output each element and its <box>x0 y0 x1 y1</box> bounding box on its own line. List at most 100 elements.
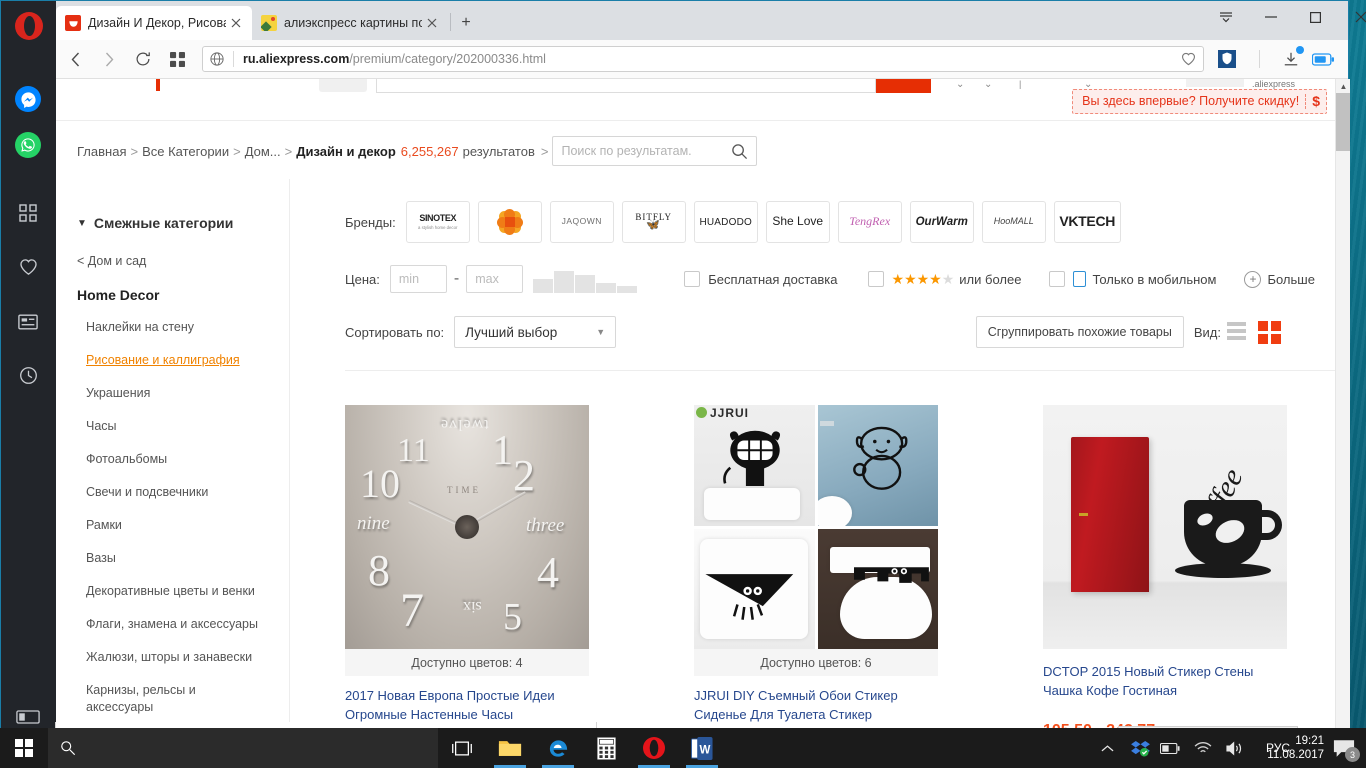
related-categories-header[interactable]: ▼ Смежные категории <box>77 215 289 231</box>
task-view-icon[interactable] <box>438 728 486 768</box>
product-card[interactable]: twelve 11 10 1 2 nine three 8 4 7 six 5 … <box>345 405 589 738</box>
brand-sinotex[interactable]: SINOTEX a stylish home decor <box>405 201 470 243</box>
sidebar-item-flags-banners[interactable]: Флаги, знамена и аксессуары <box>77 616 262 633</box>
wifi-icon[interactable] <box>1194 728 1212 768</box>
battery-icon[interactable] <box>1160 728 1180 768</box>
brand-she-love[interactable]: She Love <box>765 201 830 243</box>
price-histogram[interactable] <box>533 265 638 293</box>
calculator-icon[interactable] <box>582 728 630 768</box>
browser-tab-2[interactable]: алиэкспресс картины по <box>252 6 448 40</box>
rating-filter[interactable]: ★★★★★ или более <box>867 271 1021 288</box>
maximize-button[interactable] <box>1293 1 1338 33</box>
search-icon[interactable] <box>731 143 748 160</box>
list-view-icon[interactable] <box>1227 321 1246 343</box>
sidebar-item-clocks[interactable]: Часы <box>77 418 262 435</box>
file-explorer-icon[interactable] <box>486 728 534 768</box>
rating-checkbox[interactable] <box>867 271 884 287</box>
edge-icon[interactable] <box>534 728 582 768</box>
sort-select[interactable]: Лучший выбор ▼ <box>454 316 617 348</box>
sidebar-item-flowers-wreaths[interactable]: Декоративные цветы и венки <box>77 583 262 600</box>
sidebar-item-ornaments[interactable]: Украшения <box>77 385 262 402</box>
chevron-down-icon[interactable]: ⌄ <box>956 79 964 90</box>
minimize-button[interactable] <box>1248 1 1293 33</box>
price-max-input[interactable] <box>466 265 524 293</box>
brand-hoomall[interactable]: HooMALL <box>981 201 1046 243</box>
brand-tengrex[interactable]: TengRex <box>837 201 902 243</box>
breadcrumb-item-all-categories[interactable]: Все Категории <box>142 144 229 159</box>
taskbar-clock[interactable]: 19:21 11.08.2017 <box>1267 728 1324 768</box>
more-filters-button[interactable]: + Больше <box>1244 270 1315 288</box>
shield-icon[interactable] <box>1212 44 1242 74</box>
volume-icon[interactable] <box>1226 728 1244 768</box>
word-icon[interactable]: W <box>678 728 726 768</box>
tab-menu-icon[interactable] <box>1203 1 1248 33</box>
bookmarks-heart-icon[interactable] <box>12 251 44 283</box>
sidebar-item-wall-stickers[interactable]: Наклейки на стену <box>77 319 262 336</box>
price-min-input[interactable] <box>389 265 447 293</box>
mobile-only-checkbox[interactable] <box>1049 271 1066 287</box>
chevron-down-icon[interactable]: ⌄ <box>984 79 992 90</box>
whatsapp-icon[interactable] <box>12 129 44 161</box>
download-icon[interactable] <box>1276 44 1306 74</box>
first-visit-promo-banner[interactable]: Вы здесь впервые? Получите скидку! $ <box>1072 89 1327 114</box>
taskbar-search-box[interactable] <box>48 728 438 768</box>
messenger-icon[interactable] <box>12 83 44 115</box>
news-icon[interactable] <box>12 306 44 338</box>
group-similar-button[interactable]: Сгруппировать похожие товары <box>975 316 1184 348</box>
product-title[interactable]: 2017 Новая Европа Простые Идеи Огромные … <box>345 686 589 724</box>
sidebar-item-frames[interactable]: Рамки <box>77 517 262 534</box>
opera-logo-icon[interactable] <box>15 12 43 40</box>
header-search-button[interactable] <box>876 79 931 93</box>
new-tab-button[interactable]: + <box>455 12 477 34</box>
start-button[interactable] <box>0 728 48 768</box>
speed-dial-button[interactable] <box>162 44 192 74</box>
sidebar-item-curtain-rails[interactable]: Карнизы, рельсы и аксессуары <box>77 682 262 716</box>
history-clock-icon[interactable] <box>12 359 44 391</box>
bookmark-heart-icon[interactable] <box>1181 52 1196 66</box>
action-center-icon[interactable]: 3 <box>1326 728 1362 768</box>
product-title[interactable]: DCTOP 2015 Новый Стикер Стены Чашка Кофе… <box>1043 662 1287 700</box>
address-bar[interactable]: ru.aliexpress.com/premium/category/20200… <box>202 46 1204 72</box>
browser-tab-1[interactable]: Дизайн И Декор, Рисова <box>56 6 252 40</box>
product-image-wall-clock[interactable]: twelve 11 10 1 2 nine three 8 4 7 six 5 … <box>345 405 589 649</box>
back-button[interactable] <box>60 44 90 74</box>
tab-close-icon[interactable] <box>226 13 246 33</box>
sidebar-item-vases[interactable]: Вазы <box>77 550 262 567</box>
header-search-field[interactable] <box>376 79 876 93</box>
grid-view-icon[interactable] <box>1258 320 1281 344</box>
search-input[interactable] <box>561 144 732 158</box>
dropbox-icon[interactable] <box>1131 728 1150 768</box>
search-in-results[interactable] <box>552 136 758 166</box>
breadcrumb-item-home[interactable]: Главная <box>77 144 126 159</box>
sidebar-item-candles[interactable]: Свечи и подсвечники <box>77 484 262 501</box>
free-shipping-checkbox[interactable] <box>684 271 701 287</box>
brand-vktech[interactable]: VKTECH <box>1053 201 1121 243</box>
product-title[interactable]: JJRUI DIY Съемный Обои Стикер Сиденье Дл… <box>694 686 938 724</box>
speed-dial-icon[interactable] <box>12 197 44 229</box>
product-card[interactable]: coffee DCTOP 2015 Новый Стикер Стены Чаш… <box>1043 405 1287 738</box>
brand-huadodo[interactable]: HUADODO <box>693 201 758 243</box>
opera-icon[interactable] <box>630 728 678 768</box>
header-category-button[interactable] <box>319 79 367 92</box>
sidebar-item-blinds-curtains[interactable]: Жалюзи, шторы и занавески <box>77 649 262 666</box>
breadcrumb-item-home-garden[interactable]: Дом... <box>245 144 281 159</box>
product-card[interactable]: JJRUI Доступно цветов: 6 JJRUI DIY Съемн… <box>694 405 938 738</box>
header-cart-button[interactable] <box>1186 79 1244 87</box>
brand-jaqown[interactable]: JAQOWN <box>549 201 614 243</box>
brand-bitfly[interactable]: BITFLY 🦋 <box>621 201 686 243</box>
product-image-coffee-sticker[interactable]: coffee <box>1043 405 1287 649</box>
forward-button[interactable] <box>94 44 124 74</box>
brand-ourwarm[interactable]: OurWarm <box>909 201 974 243</box>
sidebar-item-painting-calligraphy[interactable]: Рисование и каллиграфия <box>77 352 262 369</box>
product-image-toilet-sticker[interactable]: JJRUI <box>694 405 938 649</box>
brand-flower-logo[interactable] <box>477 201 542 243</box>
parent-category-link[interactable]: < Дом и сад <box>77 254 289 268</box>
scroll-up-icon[interactable]: ▲ <box>1336 79 1350 93</box>
tab-close-icon[interactable] <box>422 13 442 33</box>
page-scrollbar[interactable]: ▲ <box>1335 79 1350 738</box>
battery-icon[interactable] <box>1308 44 1338 74</box>
free-shipping-filter[interactable]: Бесплатная доставка <box>684 271 838 287</box>
reload-button[interactable] <box>128 44 158 74</box>
sidebar-item-photo-albums[interactable]: Фотоальбомы <box>77 451 262 468</box>
scrollbar-thumb[interactable] <box>1336 93 1350 151</box>
